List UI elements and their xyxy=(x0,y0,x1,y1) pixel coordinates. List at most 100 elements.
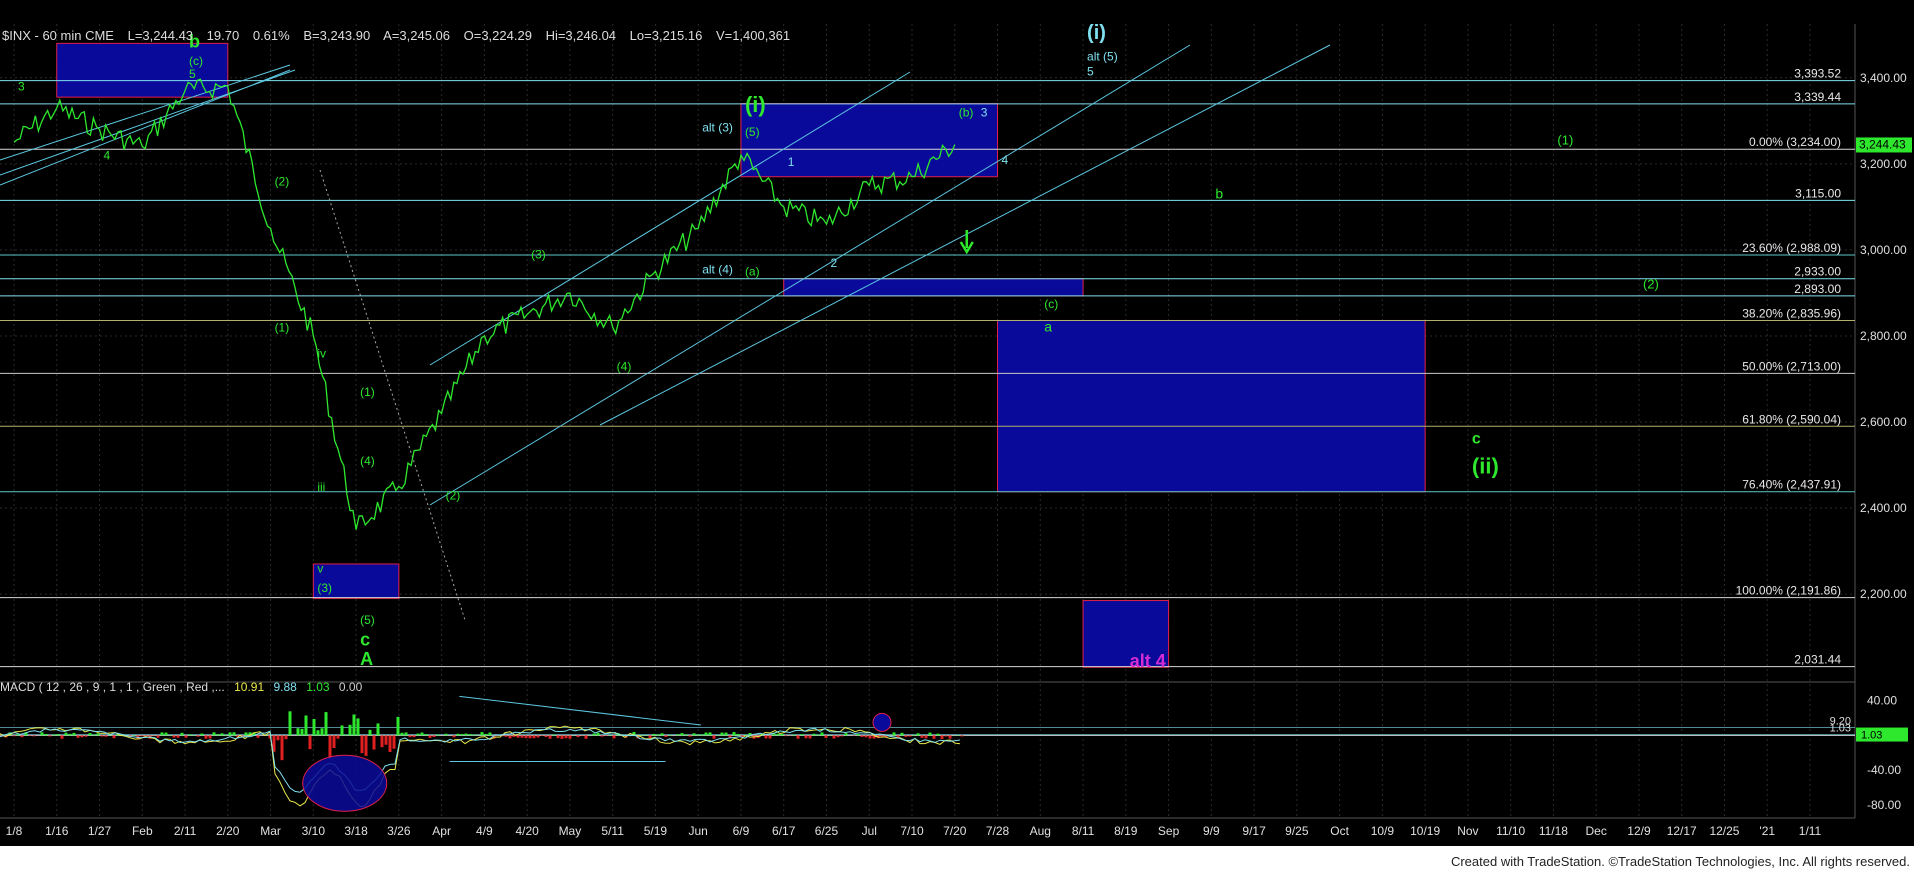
level-label: 2,933.00 xyxy=(1794,265,1841,279)
level-label: 50.00% (2,713.00) xyxy=(1742,359,1841,373)
wave-label: 4 xyxy=(1002,153,1009,167)
x-tick-label: 8/11 xyxy=(1072,824,1095,838)
price-change: 19.70 xyxy=(206,28,240,43)
wave-label: (2) xyxy=(446,488,461,502)
low-price: Lo=3,215.16 xyxy=(629,28,703,43)
x-tick-label: Mar xyxy=(260,824,281,838)
wave-label: (2) xyxy=(1643,277,1659,292)
x-tick-label: Nov xyxy=(1457,824,1478,838)
wave-label: (i) xyxy=(745,92,766,117)
level-label: 23.60% (2,988.09) xyxy=(1742,241,1841,255)
macd-label: MACD ( 12 , 26 , 9 , 1 , 1 , Green , Red… xyxy=(0,680,225,694)
wave-label: 3 xyxy=(18,80,25,94)
wave-label: a xyxy=(1044,319,1052,335)
macd-value-1: 10.91 xyxy=(234,680,265,694)
macd-value-2: 9.88 xyxy=(273,680,297,694)
wave-label: c xyxy=(360,630,370,650)
x-tick-label: 4/20 xyxy=(515,824,539,838)
x-tick-label: Oct xyxy=(1330,824,1349,838)
x-tick-label: 7/28 xyxy=(986,824,1010,838)
macd-tick-label: -40.00 xyxy=(1867,763,1901,777)
chart-stage[interactable]: 3,393.52 3,339.44 0.00% (3,234.00) 3,115.00… xyxy=(0,0,1914,873)
x-tick-label: 8/19 xyxy=(1114,824,1138,838)
macd-value-4: 0.00 xyxy=(338,680,363,694)
x-tick-label: 10/19 xyxy=(1410,824,1440,838)
x-tick-label: 9/9 xyxy=(1203,824,1220,838)
x-tick-label: 4/9 xyxy=(476,824,493,838)
wave-label: (1) xyxy=(360,385,375,399)
x-tick-label: Dec xyxy=(1586,824,1607,838)
x-tick-label: 12/9 xyxy=(1627,824,1651,838)
target-box xyxy=(783,278,1084,297)
x-tick-label: 5/19 xyxy=(644,824,668,838)
x-tick-label: 3/10 xyxy=(302,824,326,838)
level-label: 100.00% (2,191.86) xyxy=(1736,584,1841,598)
wave-label: (3) xyxy=(531,247,546,261)
wave-label: alt 4 xyxy=(1130,651,1166,671)
x-tick-label: 11/18 xyxy=(1539,824,1568,838)
wave-label: alt (4) xyxy=(702,263,733,277)
x-tick-label: Aug xyxy=(1030,824,1051,838)
x-tick-label: 3/26 xyxy=(387,824,411,838)
level-label: 3,393.52 xyxy=(1794,67,1841,81)
x-tick-label: 9/25 xyxy=(1285,824,1309,838)
macd-tick-label: -80.00 xyxy=(1867,798,1901,812)
x-tick-label: 11/10 xyxy=(1496,824,1525,838)
x-tick-label: 5/11 xyxy=(601,824,624,838)
wave-label: (a) xyxy=(745,265,760,279)
level-label: 2,893.00 xyxy=(1794,282,1841,296)
x-tick-label: 6/9 xyxy=(733,824,750,838)
wave-label: (i) xyxy=(1087,22,1106,44)
wave-label: 1 xyxy=(788,155,795,169)
macd-marker-circle xyxy=(872,712,892,732)
wave-label: (2) xyxy=(275,174,290,188)
bid-price: B=3,243.90 xyxy=(303,28,371,43)
wave-label: (1) xyxy=(275,321,290,335)
wave-label: 5 xyxy=(1087,65,1094,79)
price-chart[interactable]: 3,393.52 3,339.44 0.00% (3,234.00) 3,115.00… xyxy=(0,0,1914,873)
wave-label: 2 xyxy=(830,256,837,270)
macd-divergence-ellipse xyxy=(302,754,388,812)
wave-label: (b) xyxy=(959,106,974,120)
x-tick-label: Jun xyxy=(689,824,708,838)
x-tick-label: 10/9 xyxy=(1371,824,1395,838)
macd-last-text: 1.03 xyxy=(1861,730,1882,742)
x-tick-label: 1/16 xyxy=(45,824,69,838)
x-tick-label: 2/11 xyxy=(174,824,197,838)
wave-label: (c) xyxy=(1044,297,1058,311)
wave-label: c xyxy=(1472,431,1481,448)
x-tick-label: Sep xyxy=(1158,824,1180,838)
target-box xyxy=(56,42,229,98)
channel-line xyxy=(319,169,466,621)
level-label: 76.40% (2,437.91) xyxy=(1742,478,1841,492)
wave-label: (1) xyxy=(1557,132,1573,147)
level-label: 38.20% (2,835.96) xyxy=(1742,306,1841,320)
macd-trendline xyxy=(459,695,702,726)
x-tick-label: 6/17 xyxy=(772,824,796,838)
y-tick-label: 3,000.00 xyxy=(1860,243,1907,257)
y-tick-label: 2,600.00 xyxy=(1860,415,1907,429)
x-tick-label: 9/17 xyxy=(1242,824,1266,838)
wave-label: b xyxy=(1215,185,1223,201)
channel-line xyxy=(429,71,911,366)
price-change-pct: 0.61% xyxy=(252,28,290,43)
wave-label: (c) xyxy=(189,54,203,68)
wave-label: v xyxy=(317,562,323,576)
high-price: Hi=3,246.04 xyxy=(545,28,617,43)
wave-label: (5) xyxy=(745,125,760,139)
x-tick-label: '21 xyxy=(1759,824,1775,838)
macd-header: MACD ( 12 , 26 , 9 , 1 , 1 , Green , Red… xyxy=(0,680,362,694)
open-price: O=3,224.29 xyxy=(463,28,532,43)
x-tick-label: 7/20 xyxy=(943,824,967,838)
x-tick-label: 12/17 xyxy=(1667,824,1697,838)
x-tick-label: 3/18 xyxy=(344,824,368,838)
symbol-label: $INX - 60 min CME xyxy=(2,28,114,43)
y-tick-label: 3,400.00 xyxy=(1860,71,1907,85)
macd-level-label: 1.03 xyxy=(1830,723,1851,735)
last-price: L=3,244.43 xyxy=(127,28,194,43)
wave-label: 3 xyxy=(981,106,988,120)
x-tick-label: Feb xyxy=(132,824,153,838)
down-arrow-icon xyxy=(959,230,974,255)
x-tick-label: 1/11 xyxy=(1799,824,1822,838)
x-tick-label: May xyxy=(559,824,582,838)
